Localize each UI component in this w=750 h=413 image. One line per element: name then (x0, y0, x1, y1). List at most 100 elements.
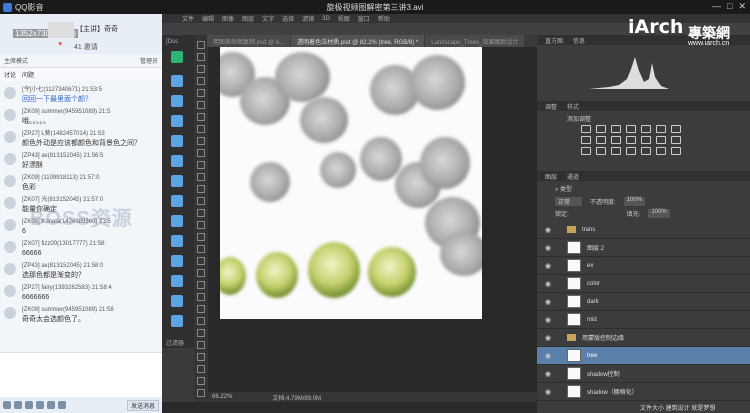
tool-icon[interactable] (197, 293, 205, 301)
tool-icon[interactable] (197, 329, 205, 337)
tool-icon[interactable] (197, 89, 205, 97)
menu-item[interactable]: 图像 (222, 14, 234, 23)
app-icon[interactable] (171, 315, 183, 327)
menu-item[interactable]: 窗口 (358, 14, 370, 23)
layer-row[interactable]: ◉ trans (537, 221, 750, 239)
eye-icon[interactable]: ◉ (545, 298, 555, 306)
message-user[interactable]: [ZK09] (1109918113) 21:57:0 (22, 174, 159, 183)
gift-icon[interactable] (58, 401, 66, 409)
tab-layers[interactable]: 图层 (545, 172, 557, 181)
fill-input[interactable]: 100% (648, 209, 670, 218)
tool-icon[interactable] (197, 197, 205, 205)
eye-icon[interactable]: ◉ (545, 352, 555, 360)
app-icon[interactable] (171, 275, 183, 287)
app-icon[interactable] (171, 175, 183, 187)
layer-row[interactable]: ◉ ex (537, 257, 750, 275)
adjustment-icon[interactable] (656, 125, 666, 133)
maximize-button[interactable]: □ (727, 1, 732, 12)
app-icon[interactable] (171, 295, 183, 307)
hand-icon[interactable] (36, 401, 44, 409)
tool-icon[interactable] (197, 101, 205, 109)
tool-icon[interactable] (197, 353, 205, 361)
adjustment-icon[interactable] (671, 136, 681, 144)
menu-item[interactable]: 帮助 (378, 14, 390, 23)
zoom-level[interactable]: 66.22% (212, 394, 232, 400)
layer-row[interactable]: ◉ shadow控制 (537, 365, 750, 383)
layer-row[interactable]: ◉ tree (537, 347, 750, 365)
app-icon[interactable] (171, 95, 183, 107)
tool-icon[interactable] (197, 125, 205, 133)
layer-row[interactable]: ◉ dark (537, 293, 750, 311)
adjustment-icon[interactable] (581, 147, 591, 155)
tool-icon[interactable] (197, 245, 205, 253)
menu-item[interactable]: 文件 (182, 14, 194, 23)
tool-icon[interactable] (197, 209, 205, 217)
adjustment-icon[interactable] (656, 136, 666, 144)
adjustment-icon[interactable] (596, 147, 606, 155)
emoji-icon[interactable] (47, 401, 55, 409)
adjustment-icon[interactable] (641, 136, 651, 144)
tool-icon[interactable] (197, 77, 205, 85)
tool-icon[interactable] (197, 365, 205, 373)
tool-icon[interactable] (197, 269, 205, 277)
layer-row[interactable]: ◉ mid (537, 311, 750, 329)
tool-icon[interactable] (197, 173, 205, 181)
message-user[interactable]: [ZK09] summer(945951089) 21:5 (22, 108, 159, 117)
menu-item[interactable]: 滤镜 (302, 14, 314, 23)
tool-icon[interactable] (197, 233, 205, 241)
adjustment-icon[interactable] (581, 136, 591, 144)
message-user[interactable]: [ZP43] ax(813152045) 21:58:0 (22, 262, 159, 271)
adjustment-icon[interactable] (611, 125, 621, 133)
adjustment-icon[interactable] (626, 125, 636, 133)
opacity-input[interactable]: 100% (623, 197, 646, 206)
layer-row[interactable]: ◉ color (537, 275, 750, 293)
app-icon[interactable] (171, 195, 183, 207)
tab-discussion[interactable]: 讨论 (4, 70, 16, 79)
adjustment-icon[interactable] (626, 147, 636, 155)
eye-icon[interactable]: ◉ (545, 334, 555, 342)
menu-item[interactable]: 视图 (338, 14, 350, 23)
tool-icon[interactable] (197, 53, 205, 61)
tool-icon[interactable] (197, 305, 205, 313)
adjustment-icon[interactable] (671, 125, 681, 133)
invite-button[interactable]: 41 邀请 (74, 42, 98, 52)
volume-icon[interactable] (14, 401, 22, 409)
document-tab[interactable]: 用图表命图复制.psd @ 6... (207, 35, 291, 47)
tool-icon[interactable] (197, 161, 205, 169)
tool-icon[interactable] (197, 257, 205, 265)
tool-icon[interactable] (197, 281, 205, 289)
menu-item[interactable]: 3D (322, 16, 330, 22)
tab-info[interactable]: 信息 (573, 36, 585, 45)
tab-questions[interactable]: 问题 (22, 70, 34, 79)
layer-row[interactable]: ◉ 图层 2 (537, 239, 750, 257)
eye-icon[interactable]: ◉ (545, 226, 555, 234)
document-tab[interactable]: 透明着色法材质.psd @ 82.2% (tree, RGB/8) * (291, 35, 425, 47)
tab-channels[interactable]: 通道 (567, 172, 579, 181)
tool-icon[interactable] (197, 221, 205, 229)
app-icon[interactable] (171, 235, 183, 247)
close-button[interactable]: ✕ (738, 1, 746, 12)
app-icon[interactable] (171, 135, 183, 147)
adjustment-icon[interactable] (641, 125, 651, 133)
adjustment-icon[interactable] (671, 147, 681, 155)
minimize-button[interactable]: — (712, 1, 721, 12)
app-icon[interactable] (171, 115, 183, 127)
tool-icon[interactable] (197, 389, 205, 397)
adjustment-icon[interactable] (581, 125, 591, 133)
message-user[interactable]: [ZX07] fizz00(13017777) 21:58: (22, 240, 159, 249)
mode-label[interactable]: 主席模式 (4, 56, 28, 65)
menu-item[interactable]: 编辑 (202, 14, 214, 23)
message-user[interactable]: [ZP27] fairy(1393282583) 21:58:4 (22, 284, 159, 293)
adjustment-icon[interactable] (611, 136, 621, 144)
tool-icon[interactable] (197, 41, 205, 49)
app-icon[interactable] (171, 215, 183, 227)
message-user[interactable]: [今]小七(1127340671) 21:53:5 (22, 86, 159, 95)
menu-item[interactable]: 图层 (242, 14, 254, 23)
tool-icon[interactable] (197, 65, 205, 73)
tab-adjustments[interactable]: 调整 (545, 102, 557, 111)
adjustment-icon[interactable] (626, 136, 636, 144)
adjustment-icon[interactable] (596, 125, 606, 133)
app-icon[interactable] (171, 75, 183, 87)
app-icon[interactable] (171, 51, 183, 63)
adjustment-icon[interactable] (596, 136, 606, 144)
